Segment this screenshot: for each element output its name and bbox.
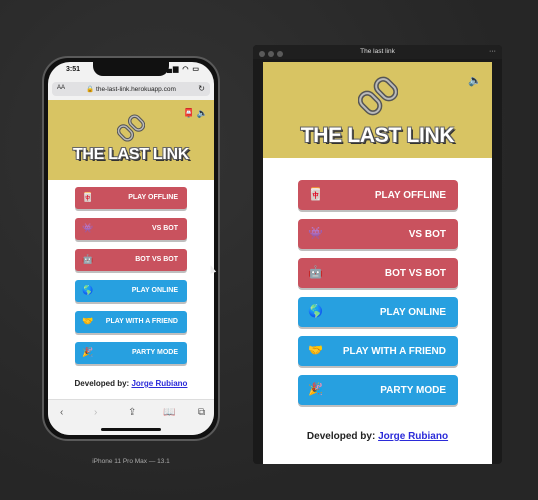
space-invader-icon: 👾 (308, 226, 323, 240)
url-text[interactable]: 🔒 the-last-link.herokuapp.com (52, 85, 210, 93)
app-title: THE LAST LINK (300, 124, 455, 147)
credit-prefix: Developed by: (74, 379, 132, 388)
menu-buttons: 🀄 PLAY OFFLINE 👾 VS BOT 🤖 BOT VS BOT 🌎 PLAY … (75, 187, 187, 373)
robot-icon: 🤖 (82, 254, 94, 264)
app-window: The last link ··· 🔈 THE LAST LINK 🀄 PLAY … (253, 45, 502, 464)
vs-bot-button[interactable]: 👾 VS BOT (298, 219, 458, 249)
button-label: BOT VS BOT (135, 256, 178, 263)
url-bar[interactable]: AA 🔒 the-last-link.herokuapp.com ↻ (52, 82, 210, 96)
globe-icon: 🌎 (308, 304, 323, 318)
forward-icon[interactable]: › (94, 407, 97, 418)
developer-credit: Developed by: Jorge Rubiano (48, 379, 214, 388)
window-content: 🔈 THE LAST LINK 🀄 PLAY OFFLINE 👾 VS BOT 🤖 B… (263, 62, 492, 464)
globe-icon: 🌎 (82, 285, 94, 295)
handshake-icon: 🤝 (308, 343, 323, 357)
button-label: PARTY MODE (131, 349, 178, 356)
close-dot[interactable] (259, 51, 265, 57)
app-title: THE LAST LINK (72, 146, 190, 163)
device-caption: iPhone 11 Pro Max — 13.1 (92, 458, 170, 465)
reload-icon[interactable]: ↻ (198, 84, 205, 93)
share-icon[interactable]: ⇪ (128, 407, 136, 418)
party-mode-button[interactable]: 🎉 PARTY MODE (75, 342, 187, 364)
developer-link[interactable]: Jorge Rubiano (378, 431, 448, 442)
maximize-dot[interactable] (277, 51, 283, 57)
play-with-friend-button[interactable]: 🤝 PLAY WITH A FRIEND (298, 336, 458, 366)
button-label: PLAY ONLINE (131, 287, 178, 294)
button-label: PLAY OFFLINE (128, 194, 178, 201)
handshake-icon: 🤝 (82, 316, 94, 326)
play-offline-button[interactable]: 🀄 PLAY OFFLINE (298, 180, 458, 210)
button-label: PLAY ONLINE (379, 307, 446, 318)
button-label: VS BOT (408, 229, 446, 240)
mahjong-icon: 🀄 (308, 187, 323, 201)
vs-bot-button[interactable]: 👾 VS BOT (75, 218, 187, 240)
app-header: 📮 🔈 THE LAST LINK (48, 100, 214, 180)
mail-speaker-icons[interactable]: 📮 🔈 (183, 108, 208, 119)
speaker-icon[interactable]: 🔈 (468, 74, 482, 87)
play-online-button[interactable]: 🌎 PLAY ONLINE (75, 280, 187, 302)
developer-link[interactable]: Jorge Rubiano (131, 379, 187, 388)
mahjong-icon: 🀄 (82, 192, 94, 202)
window-title: The last link (360, 48, 395, 55)
phone-screen: 3:51 ▂▄▆ ◠ ▭ AA 🔒 the-last-link.herokuap… (48, 62, 214, 435)
party-popper-icon: 🎉 (82, 347, 94, 357)
phone-device: 3:51 ▂▄▆ ◠ ▭ AA 🔒 the-last-link.herokuap… (42, 56, 220, 441)
button-label: PLAY OFFLINE (374, 190, 446, 201)
credit-prefix: Developed by: (306, 431, 379, 442)
safari-toolbar: ‹ › ⇪ 📖 ⧉ (48, 399, 214, 435)
tabs-icon[interactable]: ⧉ (198, 407, 205, 418)
button-label: VS BOT (151, 225, 178, 232)
menu-buttons: 🀄 PLAY OFFLINE 👾 VS BOT 🤖 BOT VS BOT 🌎 PLAY … (298, 180, 458, 414)
party-mode-button[interactable]: 🎉 PARTY MODE (298, 375, 458, 405)
bot-vs-bot-button[interactable]: 🤖 BOT VS BOT (298, 258, 458, 288)
app-header: 🔈 THE LAST LINK (263, 62, 492, 158)
button-label: PARTY MODE (380, 385, 446, 396)
robot-icon: 🤖 (308, 265, 323, 279)
phone-notch (93, 62, 169, 76)
play-with-friend-button[interactable]: 🤝 PLAY WITH A FRIEND (75, 311, 187, 333)
button-label: BOT VS BOT (384, 268, 446, 279)
bookmarks-icon[interactable]: 📖 (163, 407, 175, 418)
button-label: PLAY WITH A FRIEND (105, 318, 178, 325)
play-online-button[interactable]: 🌎 PLAY ONLINE (298, 297, 458, 327)
more-icon[interactable]: ··· (489, 45, 496, 59)
play-offline-button[interactable]: 🀄 PLAY OFFLINE (75, 187, 187, 209)
chain-link-icon (357, 76, 398, 116)
home-indicator (101, 428, 161, 431)
space-invader-icon: 👾 (82, 223, 94, 233)
status-time: 3:51 (66, 66, 81, 73)
button-label: PLAY WITH A FRIEND (342, 346, 446, 357)
party-popper-icon: 🎉 (308, 382, 323, 396)
minimize-dot[interactable] (268, 51, 274, 57)
developer-credit: Developed by: Jorge Rubiano (263, 431, 492, 442)
phone-app: 📮 🔈 THE LAST LINK 🀄 PLAY OFFLINE 👾 VS BOT (48, 100, 214, 399)
window-titlebar: The last link ··· (253, 45, 502, 59)
back-icon[interactable]: ‹ (60, 407, 63, 418)
chain-link-icon (117, 114, 145, 142)
window-controls[interactable] (259, 49, 286, 63)
bot-vs-bot-button[interactable]: 🤖 BOT VS BOT (75, 249, 187, 271)
